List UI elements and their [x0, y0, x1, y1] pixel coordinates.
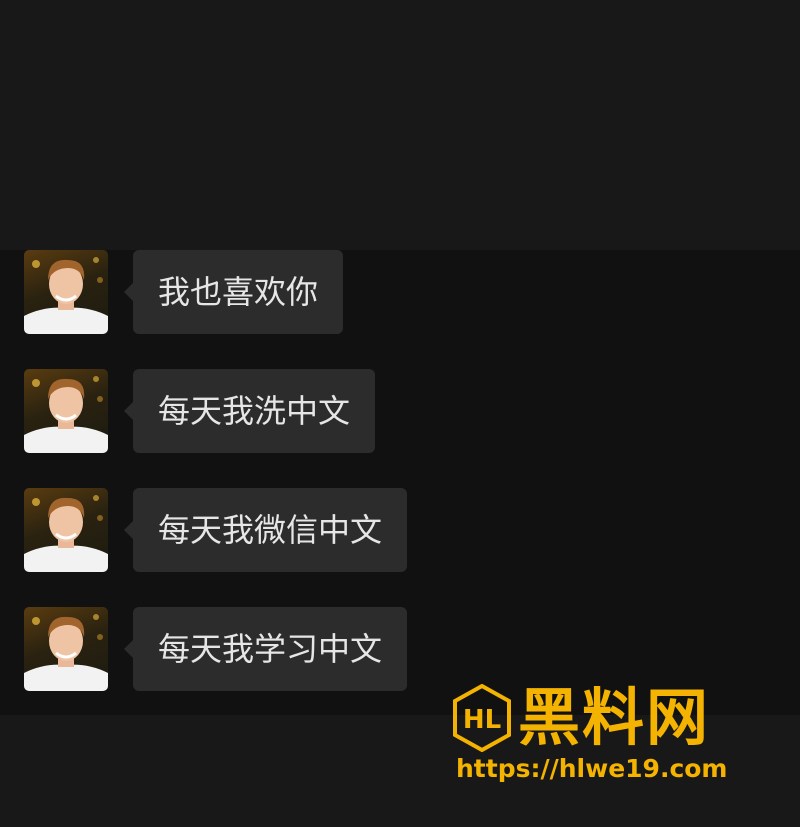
- message-bubble[interactable]: 我也喜欢你: [123, 250, 344, 334]
- watermark-title: 黑料网: [518, 681, 711, 754]
- message-bubble[interactable]: 每天我洗中文: [123, 369, 376, 453]
- hl-logo-icon: HL: [453, 684, 511, 752]
- avatar-portrait-icon: [24, 257, 108, 334]
- avatar-portrait-icon: [24, 495, 108, 572]
- avatar[interactable]: [24, 250, 108, 334]
- top-empty-area: [0, 0, 800, 250]
- avatar[interactable]: [24, 488, 108, 572]
- message-bubble[interactable]: 每天我学习中文: [123, 607, 408, 691]
- avatar[interactable]: [24, 369, 108, 453]
- watermark: HL 黑料网 https://hlwe19.com: [452, 682, 772, 792]
- chat-message-list[interactable]: 我也喜欢你 每天我洗中文 每天我微信中文 每天我学习中文: [0, 250, 800, 715]
- avatar-portrait-icon: [24, 376, 108, 453]
- logo-text: HL: [463, 705, 501, 735]
- avatar[interactable]: [24, 607, 108, 691]
- avatar-portrait-icon: [24, 614, 108, 691]
- message-bubble[interactable]: 每天我微信中文: [123, 488, 408, 572]
- watermark-url: https://hlwe19.com: [456, 754, 728, 783]
